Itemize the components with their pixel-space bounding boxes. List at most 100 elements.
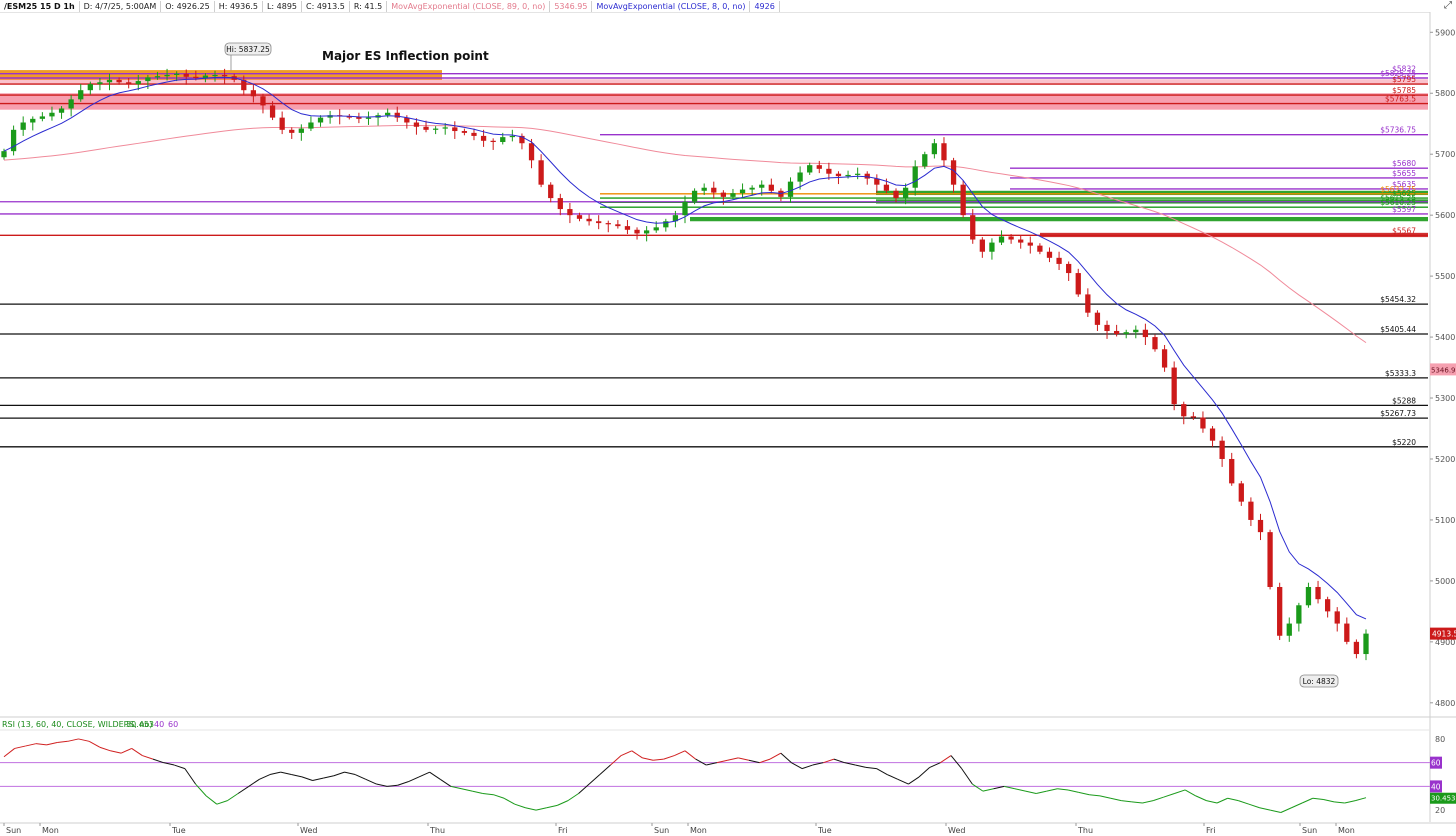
rsi-segment <box>940 755 952 764</box>
candle <box>1315 586 1321 600</box>
rsi-segment <box>1014 788 1026 792</box>
candle <box>106 79 113 83</box>
candle <box>730 193 736 197</box>
rsi-segment <box>1046 788 1058 792</box>
candle <box>1161 349 1168 368</box>
rsi-segment <box>620 750 633 757</box>
candle <box>1267 532 1273 587</box>
candle <box>807 165 813 173</box>
rsi-segment <box>216 800 228 805</box>
time-axis-label: Thu <box>1077 826 1093 835</box>
rsi-segment <box>855 764 866 768</box>
level-label: $5763.5 <box>1385 95 1416 104</box>
candle <box>624 226 631 230</box>
candle <box>509 135 515 138</box>
candle <box>145 77 151 82</box>
level-label: $5736.75 <box>1380 126 1416 135</box>
candle <box>720 192 727 197</box>
rsi-segment <box>514 803 526 809</box>
candle <box>298 128 304 133</box>
candle <box>739 189 746 194</box>
candle <box>269 105 276 118</box>
rsi-segment <box>418 771 430 778</box>
rsi-segment <box>365 778 377 785</box>
rsi-segment <box>599 764 611 775</box>
rsi-segment <box>237 785 250 794</box>
rsi-60-label: 60 <box>1431 759 1441 768</box>
price-tick-label: 5800 <box>1435 89 1455 98</box>
rsi-segment <box>1227 797 1239 802</box>
rsi-segment <box>1248 803 1260 809</box>
rsi-segment <box>525 807 537 811</box>
rsi-segment <box>1174 789 1186 794</box>
level-label: $5333.3 <box>1385 369 1416 378</box>
rsi-segment <box>280 771 292 776</box>
candle <box>480 135 487 141</box>
level-label: $5454.32 <box>1380 295 1416 304</box>
candle <box>998 236 1005 243</box>
price-tick-label: 5300 <box>1435 394 1455 403</box>
candle <box>1344 623 1350 642</box>
rsi-40-label: 40 <box>1431 782 1441 791</box>
candle <box>1219 440 1225 459</box>
price-tick-label: 5700 <box>1435 150 1455 159</box>
rsi-segment <box>120 747 132 754</box>
rsi-segment <box>535 807 547 811</box>
rsi-segment <box>929 762 941 768</box>
candle <box>941 143 947 161</box>
level-label: $5220 <box>1392 438 1416 447</box>
rsi-segment <box>88 740 101 748</box>
candle <box>883 184 890 191</box>
candle <box>691 190 698 202</box>
candle <box>1104 324 1110 331</box>
candle <box>135 81 141 85</box>
rsi-segment <box>918 767 931 778</box>
rsi-segment <box>557 800 569 806</box>
candle <box>116 79 122 83</box>
rsi-segment <box>950 755 963 769</box>
support-zone-green-3 <box>690 216 1428 222</box>
lo-callout-label: Lo: 4832 <box>1303 677 1336 686</box>
rsi-segment <box>1110 797 1122 802</box>
candle <box>1056 257 1062 264</box>
rsi-tick-label: 80 <box>1435 735 1445 744</box>
rsi-segment <box>269 771 281 776</box>
rsi-segment <box>344 771 356 776</box>
rsi-segment <box>408 776 420 783</box>
rsi-segment <box>1301 797 1314 804</box>
candle <box>538 160 544 185</box>
candle <box>1152 337 1158 350</box>
candle <box>586 218 592 222</box>
candle <box>528 143 535 161</box>
rsi-segment <box>1163 793 1175 798</box>
candle <box>989 242 995 252</box>
candle <box>49 112 55 117</box>
candle <box>126 82 132 85</box>
rsi-segment <box>897 778 909 785</box>
rsi-legend-level-40: 40 <box>154 720 164 729</box>
time-axis-label: Tue <box>171 826 186 835</box>
rsi-segment <box>982 788 994 792</box>
candle <box>289 129 295 133</box>
level-label: $5597 <box>1392 205 1416 214</box>
candle <box>855 173 861 175</box>
candle <box>1085 294 1091 313</box>
rsi-segment <box>695 758 707 766</box>
candle <box>68 99 74 109</box>
price-chart[interactable]: 5900 5800 5700 5600 5500 5400 5300 5200 5100 5000… <box>0 0 1456 836</box>
candle <box>1066 263 1072 274</box>
rsi-segment <box>312 777 324 781</box>
candle <box>1248 501 1254 520</box>
rsi-segment <box>25 743 37 747</box>
rsi-segment <box>1312 797 1324 800</box>
rsi-segment <box>439 778 452 787</box>
supply-zone-pink-upper <box>0 79 1428 84</box>
rsi-segment <box>1195 795 1207 802</box>
time-axis-label: Fri <box>1206 826 1216 835</box>
rsi-segment <box>1355 797 1367 802</box>
rsi-segment <box>195 783 207 797</box>
level-label: $5405.44 <box>1380 325 1416 334</box>
rsi-segment <box>791 762 803 770</box>
candle <box>58 108 65 113</box>
time-axis-label: Mon <box>42 826 59 835</box>
